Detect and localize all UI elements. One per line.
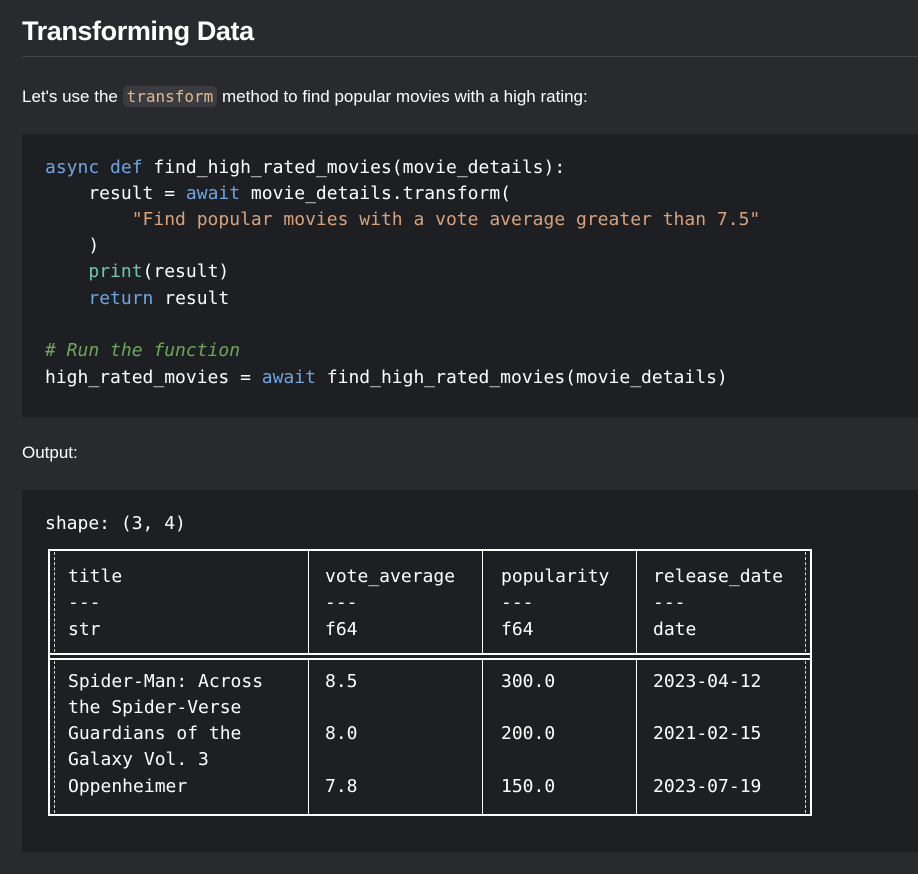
column-sep: --- (325, 592, 358, 613)
code-text: find_high_rated_movies(movie_details): (142, 157, 566, 178)
column-dtype: f64 (325, 619, 358, 640)
output-label: Output: (22, 443, 78, 462)
section-heading: Transforming Data (22, 16, 254, 46)
code-line-5: print(result) (45, 259, 229, 285)
code-string: "Find popular movies with a vote average… (45, 209, 761, 230)
code-line-6: return result (45, 286, 229, 312)
output-block: shape: (3, 4) title vote_average popular… (22, 490, 918, 852)
table-left-border (48, 549, 50, 816)
table-inner-rail (54, 552, 55, 652)
table-cell-title: Guardians of the (68, 723, 242, 744)
code-line-1: async def find_high_rated_movies(movie_d… (45, 155, 565, 181)
code-keyword: await (261, 367, 316, 388)
column-dtype: date (653, 619, 697, 640)
table-top-border (48, 549, 812, 551)
code-line-8: # Run the function (45, 338, 240, 364)
code-text: ) (45, 235, 100, 256)
column-header-title: title (68, 566, 123, 587)
output-shape: shape: (3, 4) (45, 513, 186, 534)
table-cell-popularity: 300.0 (501, 671, 556, 692)
column-divider (636, 659, 637, 815)
header-separator (48, 653, 812, 655)
code-text: movie_details.transform( (240, 183, 512, 204)
code-block: async def find_high_rated_movies(movie_d… (22, 134, 918, 417)
table-cell-release-date: 2023-04-12 (653, 671, 762, 692)
code-line-9: high_rated_movies = await find_high_rate… (45, 365, 728, 391)
table-cell-title: Spider-Man: Across (68, 671, 264, 692)
column-sep: --- (68, 592, 101, 613)
table-bottom-border (48, 814, 812, 816)
header-separator (48, 658, 812, 660)
column-divider (482, 659, 483, 815)
table-cell-title: Oppenheimer (68, 776, 188, 797)
table-inner-rail (805, 661, 806, 813)
heading-divider (22, 56, 918, 57)
code-text: find_high_rated_movies(movie_details) (315, 367, 728, 388)
table-cell-title: the Spider-Verse (68, 697, 242, 718)
code-line-2: result = await movie_details.transform( (45, 181, 511, 207)
table-cell-vote-average: 7.8 (325, 776, 358, 797)
column-divider (308, 659, 309, 815)
column-dtype: str (68, 619, 101, 640)
code-text: (result) (142, 261, 230, 282)
column-sep: --- (501, 592, 534, 613)
code-text: high_rated_movies = (45, 367, 262, 388)
table-cell-release-date: 2023-07-19 (653, 776, 762, 797)
code-text: result (153, 288, 230, 309)
column-divider (482, 549, 483, 654)
column-header-popularity: popularity (501, 566, 610, 587)
column-header-release-date: release_date (653, 566, 784, 587)
code-text: result = (45, 183, 186, 204)
table-inner-rail (805, 552, 806, 652)
code-keyword: return (88, 288, 154, 309)
table-cell-title: Galaxy Vol. 3 (68, 749, 209, 770)
intro-paragraph: Let's use the transform method to find p… (22, 84, 588, 110)
column-divider (636, 549, 637, 654)
code-line-3: "Find popular movies with a vote average… (45, 207, 761, 233)
table-cell-vote-average: 8.0 (325, 723, 358, 744)
inline-code-transform: transform (122, 86, 218, 107)
table-right-border (810, 549, 812, 816)
table-cell-popularity: 150.0 (501, 776, 556, 797)
code-line-4: ) (45, 233, 99, 259)
table-inner-rail (54, 661, 55, 813)
code-builtin: print (88, 261, 143, 282)
column-dtype: f64 (501, 619, 534, 640)
column-divider (308, 549, 309, 654)
intro-text-after: method to find popular movies with a hig… (217, 87, 588, 106)
table-cell-popularity: 200.0 (501, 723, 556, 744)
intro-text-before: Let's use the (22, 87, 123, 106)
table-cell-vote-average: 8.5 (325, 671, 358, 692)
code-keyword: await (185, 183, 241, 204)
code-keyword: async def (45, 157, 143, 178)
code-comment: # Run the function (45, 340, 241, 361)
table-cell-release-date: 2021-02-15 (653, 723, 762, 744)
column-sep: --- (653, 592, 686, 613)
column-header-vote-average: vote_average (325, 566, 456, 587)
